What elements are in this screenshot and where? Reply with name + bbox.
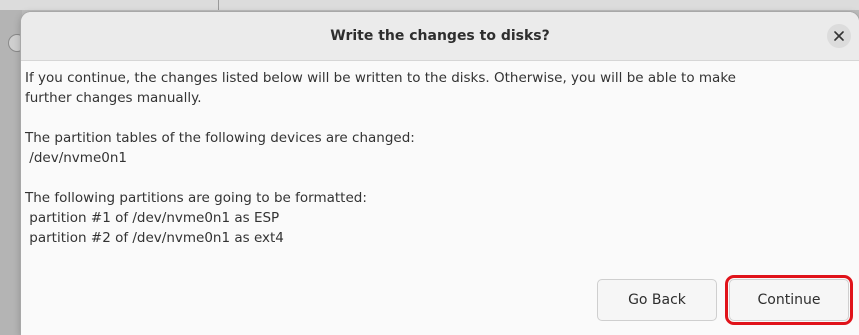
background-window-top xyxy=(0,0,859,10)
background-window-left xyxy=(0,10,22,335)
changed-device: /dev/nvme0n1 xyxy=(25,150,127,166)
background-divider xyxy=(218,0,219,10)
partition-tables-heading: The partition tables of the following de… xyxy=(25,130,415,146)
format-partition-2: partition #2 of /dev/nvme0n1 as ext4 xyxy=(25,230,284,246)
format-partition-1: partition #1 of /dev/nvme0n1 as ESP xyxy=(25,210,280,226)
format-heading: The following partitions are going to be… xyxy=(25,190,367,206)
intro-line-2: further changes manually. xyxy=(25,90,202,106)
dialog-title: Write the changes to disks? xyxy=(330,28,550,44)
intro-line-1: If you continue, the changes listed belo… xyxy=(25,70,736,86)
dialog-titlebar: Write the changes to disks? xyxy=(21,12,859,61)
go-back-button[interactable]: Go Back xyxy=(597,279,717,321)
dialog-buttons: Go Back Continue xyxy=(597,275,853,325)
write-changes-dialog: Write the changes to disks? If you conti… xyxy=(21,12,859,335)
continue-button[interactable]: Continue xyxy=(725,275,853,325)
dialog-message: If you continue, the changes listed belo… xyxy=(25,68,853,248)
close-button[interactable] xyxy=(827,24,851,48)
close-icon xyxy=(834,31,844,41)
